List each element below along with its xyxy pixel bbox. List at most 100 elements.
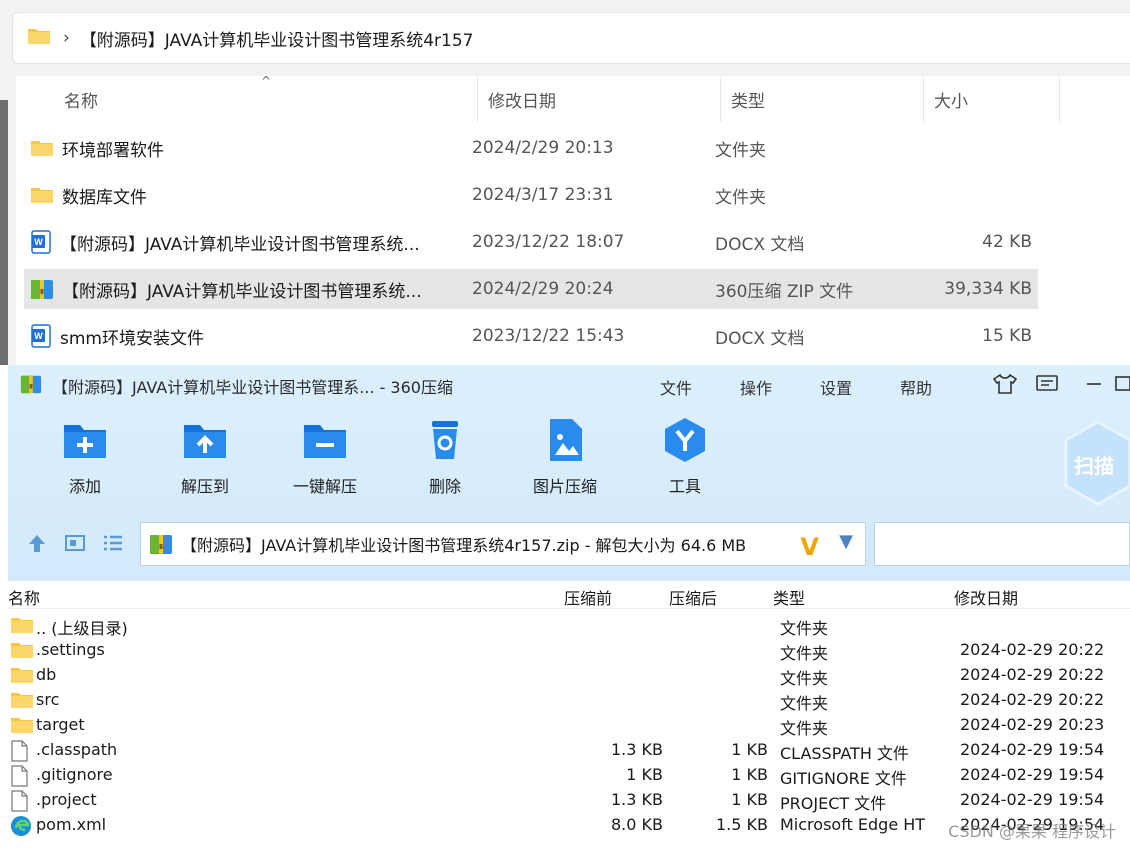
chevron-down-icon[interactable]: ▼: [839, 531, 853, 552]
archive-item-name: pom.xml: [36, 815, 107, 834]
thumbnail-view-icon[interactable]: [64, 532, 86, 558]
svg-text:W: W: [34, 237, 43, 247]
archive-item-date: 2024-02-29 19:54: [960, 740, 1105, 759]
column-header-date-label: 修改日期: [488, 91, 556, 112]
scan-button[interactable]: 扫描: [1060, 420, 1130, 506]
column-header-size-label: 大小: [934, 91, 968, 112]
folder-icon: [10, 690, 34, 714]
add-button-label: 添加: [68, 477, 101, 496]
column-header-after[interactable]: 压缩后: [669, 585, 717, 609]
archive-item-size-after: 1 KB: [731, 765, 768, 784]
up-arrow-icon[interactable]: [26, 532, 48, 558]
list-item-name-cell: W smm环境安装文件: [30, 316, 204, 356]
archive-item-type: 文件夹: [780, 644, 829, 663]
zip-icon: [30, 277, 54, 301]
list-item[interactable]: W 【附源码】JAVA计算机毕业设计图书管理系统... 2023/12/22 1…: [24, 222, 1038, 262]
archive-item-date: 2024-02-29 19:54: [960, 765, 1105, 784]
archive-item-date: 2024-02-29 20:22: [960, 640, 1105, 659]
menu-operations[interactable]: 操作: [740, 375, 772, 399]
extract-folder-icon: [180, 415, 230, 465]
list-item[interactable]: W smm环境安装文件 2023/12/22 15:43 DOCX 文档 15 …: [24, 316, 1038, 356]
folder-icon: [10, 665, 34, 689]
image-compress-label: 图片压缩: [532, 477, 597, 496]
archive-list-item[interactable]: target 文件夹 2024-02-29 20:23: [8, 713, 1130, 738]
docx-icon: W: [30, 230, 52, 254]
extract-to-label: 解压到: [180, 477, 229, 496]
column-header-type[interactable]: 类型: [721, 76, 924, 122]
tools-hexagon-icon: [660, 415, 710, 465]
folder-icon: [10, 640, 34, 664]
zip-icon: [149, 532, 173, 556]
menu-file[interactable]: 文件: [660, 375, 692, 399]
zip-title-bar: 【附源码】JAVA计算机毕业设计图书管理系... - 360压缩: [8, 365, 1130, 407]
delete-button[interactable]: 删除: [400, 415, 490, 497]
archive-item-name: .settings: [36, 640, 105, 659]
archive-item-type: GITIGNORE 文件: [780, 769, 907, 788]
column-header-size[interactable]: 大小: [924, 76, 1060, 122]
archive-file-list: .. (上级目录) 文件夹 .settings 文件夹 2024-02-29 20:22…: [8, 609, 1130, 850]
list-item-selected[interactable]: 【附源码】JAVA计算机毕业设计图书管理系统... 2024/2/29 20:2…: [24, 269, 1038, 309]
archive-list-item[interactable]: .project 1.3 KB 1 KB PROJECT 文件 2024-02-29 1…: [8, 788, 1130, 813]
archive-item-type: CLASSPATH 文件: [780, 744, 909, 763]
archive-item-size-before: 1.3 KB: [611, 740, 663, 759]
chevron-right-icon[interactable]: ›: [63, 28, 70, 48]
list-item-date: 2023/12/22 15:43: [472, 326, 625, 346]
archive-list-item[interactable]: .gitignore 1 KB 1 KB GITIGNORE 文件 2024-02-29…: [8, 763, 1130, 788]
navigation-pane-edge: [0, 100, 8, 365]
column-header-before[interactable]: 压缩前: [564, 585, 612, 609]
list-view-icon[interactable]: [102, 532, 124, 558]
tools-button[interactable]: 工具: [640, 415, 730, 497]
archive-item-type: 文件夹: [780, 694, 829, 713]
archive-item-name: src: [36, 690, 60, 709]
scan-label: 扫描: [1074, 454, 1114, 478]
list-item[interactable]: 环境部署软件 2024/2/29 20:13 文件夹: [24, 128, 1038, 168]
column-header-name-label: 名称: [64, 91, 98, 112]
file-explorer-window: › 【附源码】JAVA计算机毕业设计图书管理系统4r157 名称 ^ 修改日期 …: [0, 0, 1130, 365]
list-item-size: 42 KB: [982, 232, 1032, 252]
archive-item-date: 2024-02-29 20:22: [960, 690, 1105, 709]
archive-list-item[interactable]: .classpath 1.3 KB 1 KB CLASSPATH 文件 2024-02-…: [8, 738, 1130, 763]
column-header-date[interactable]: 修改日期: [954, 585, 1018, 609]
docx-icon: W: [30, 324, 52, 348]
archive-list-item[interactable]: db 文件夹 2024-02-29 20:22: [8, 663, 1130, 688]
extract-to-button[interactable]: 解压到: [160, 415, 250, 497]
archive-list-item[interactable]: .. (上级目录) 文件夹: [8, 613, 1130, 638]
list-item-size: 39,334 KB: [944, 279, 1032, 299]
zip-app-icon: [20, 373, 42, 399]
search-input[interactable]: [874, 522, 1130, 566]
zip-navigation-bar: 【附源码】JAVA计算机毕业设计图书管理系统4r157.zip - 解包大小为 …: [8, 522, 1130, 566]
archive-item-size-before: 1 KB: [626, 765, 663, 784]
image-compress-button[interactable]: 图片压缩: [520, 415, 610, 497]
one-click-extract-button[interactable]: 一键解压: [280, 415, 370, 497]
verified-v-icon: V: [800, 533, 819, 561]
sort-ascending-icon: ^: [261, 74, 272, 88]
edge-icon: [10, 815, 32, 841]
archive-item-date: 2024-02-29 20:22: [960, 665, 1105, 684]
one-click-extract-label: 一键解压: [292, 477, 357, 496]
list-item-name-cell: W 【附源码】JAVA计算机毕业设计图书管理系统...: [30, 222, 420, 262]
list-item[interactable]: 数据库文件 2024/3/17 23:31 文件夹: [24, 175, 1038, 215]
list-item-type: DOCX 文档: [715, 234, 805, 255]
column-header-name[interactable]: 名称: [8, 585, 40, 609]
menu-settings[interactable]: 设置: [820, 375, 852, 399]
tools-button-label: 工具: [668, 477, 701, 496]
folder-icon: [27, 26, 51, 50]
list-item-type: 文件夹: [715, 187, 766, 208]
menu-help[interactable]: 帮助: [900, 375, 932, 399]
list-item-type: 文件夹: [715, 140, 766, 161]
archive-item-type: Microsoft Edge HT: [780, 815, 926, 834]
feedback-icon[interactable]: [1035, 373, 1059, 400]
column-header-type[interactable]: 类型: [773, 585, 805, 609]
add-button[interactable]: 添加: [40, 415, 130, 497]
skin-shirt-icon[interactable]: [992, 373, 1018, 400]
minimize-icon[interactable]: [1084, 373, 1104, 398]
add-folder-icon: [60, 415, 110, 465]
archive-list-item[interactable]: .settings 文件夹 2024-02-29 20:22: [8, 638, 1130, 663]
list-item-name: smm环境安装文件: [60, 328, 204, 349]
column-header-date[interactable]: 修改日期: [478, 76, 721, 122]
maximize-icon[interactable]: [1114, 373, 1130, 398]
archive-list-item[interactable]: src 文件夹 2024-02-29 20:22: [8, 688, 1130, 713]
address-bar[interactable]: › 【附源码】JAVA计算机毕业设计图书管理系统4r157: [12, 12, 1130, 64]
archive-path-bar[interactable]: 【附源码】JAVA计算机毕业设计图书管理系统4r157.zip - 解包大小为 …: [140, 522, 866, 566]
archive-item-date: 2024-02-29 19:54: [960, 790, 1105, 809]
